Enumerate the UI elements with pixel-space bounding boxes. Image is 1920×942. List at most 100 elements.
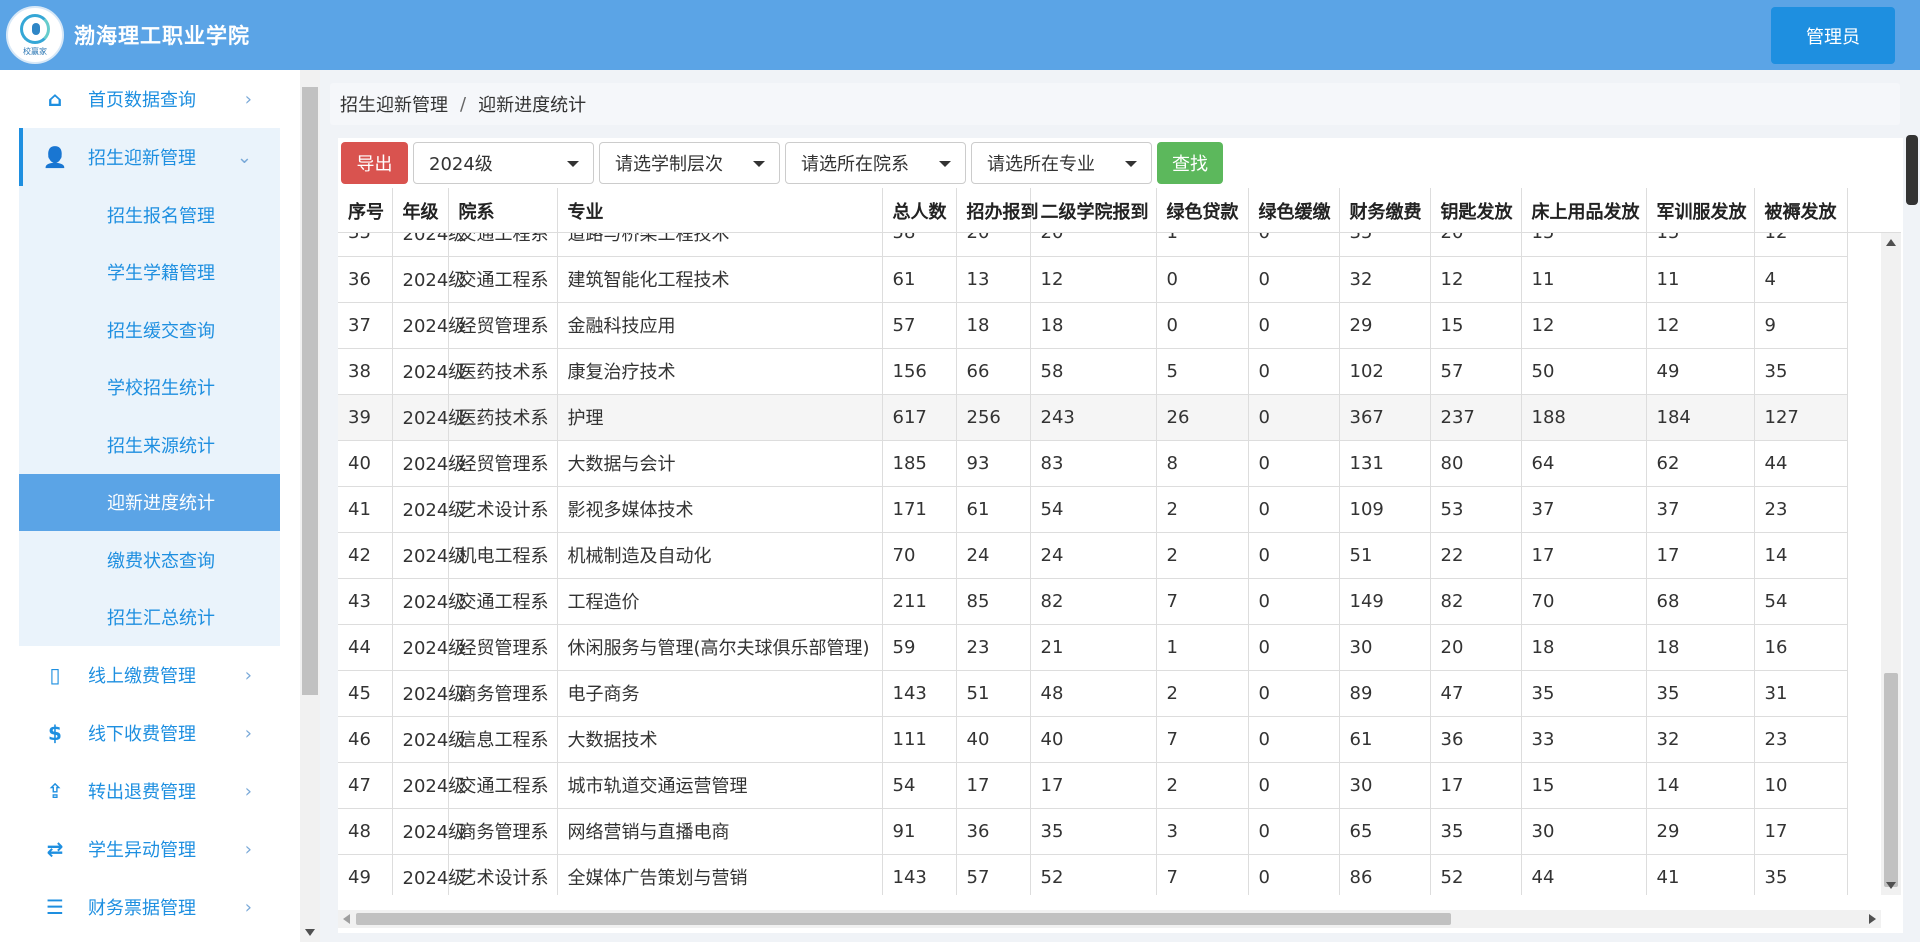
table-cell: 33 <box>1521 716 1647 763</box>
table-cell: 30 <box>1339 624 1431 671</box>
sidebar-scrollbar-thumb[interactable] <box>302 87 318 695</box>
sidebar-subitem[interactable]: 招生来源统计 <box>19 416 280 474</box>
sidebar-subitem[interactable]: 迎新进度统计 <box>19 473 280 531</box>
column-header[interactable]: 床上用品发放 <box>1521 188 1647 232</box>
table-row[interactable]: 37 2024级 经贸管理系 金融科技应用 57 18 18 0 0 29 15 12 12 9 <box>338 302 1848 349</box>
scroll-right-icon[interactable] <box>1869 914 1876 924</box>
table-cell: 经贸管理系 <box>448 302 558 349</box>
sidebar-subitem[interactable]: 招生报名管理 <box>19 186 280 244</box>
table-cell: 59 <box>882 624 957 671</box>
table-cell: 7 <box>1156 854 1249 895</box>
column-header[interactable]: 财务缴费 <box>1339 188 1431 232</box>
table-cell: 57 <box>956 854 1031 895</box>
horizontal-scrollbar-thumb[interactable] <box>356 913 1451 925</box>
column-header[interactable]: 院系 <box>448 188 558 232</box>
table-cell: 131 <box>1339 440 1431 487</box>
chevron-right-icon: › <box>244 896 252 918</box>
table-cell: 艺术设计系 <box>448 854 558 895</box>
table-row[interactable]: 49 2024级 艺术设计系 全媒体广告策划与营销 143 57 52 7 0 86 52 44 41 3… <box>338 854 1848 895</box>
sidebar-item-5[interactable]: ⇄ 学生异动管理 › <box>19 820 280 878</box>
admin-button[interactable]: 管理员 <box>1771 7 1895 64</box>
scroll-down-icon[interactable] <box>1886 882 1896 889</box>
table-cell: 54 <box>882 762 957 809</box>
table-cell: 14 <box>1754 532 1848 579</box>
table-cell: 57 <box>1430 348 1522 395</box>
table-row[interactable]: 38 2024级 医药技术系 康复治疗技术 156 66 58 5 0 102 57 50 49 35 <box>338 348 1848 395</box>
table-cell: 37 <box>1646 486 1755 533</box>
sidebar-subitem[interactable]: 招生汇总统计 <box>19 589 280 647</box>
vertical-scrollbar-thumb[interactable] <box>1884 673 1898 887</box>
table-horizontal-scrollbar[interactable] <box>338 910 1881 928</box>
table-cell: 影视多媒体技术 <box>557 486 883 533</box>
sidebar-scrollbar[interactable] <box>300 70 320 942</box>
table-cell: 44 <box>1521 854 1647 895</box>
table-row[interactable]: 36 2024级 交通工程系 建筑智能化工程技术 61 13 12 0 0 32 12 11 11 4 <box>338 256 1848 303</box>
table-row[interactable]: 41 2024级 艺术设计系 影视多媒体技术 171 61 54 2 0 109 53 37 37 23 <box>338 486 1848 533</box>
table-row[interactable]: 45 2024级 商务管理系 电子商务 143 51 48 2 0 89 47 35 35 31 <box>338 670 1848 717</box>
table-cell: 7 <box>1156 716 1249 763</box>
table-cell: 15 <box>1521 762 1647 809</box>
sidebar-subitem[interactable]: 招生缓交查询 <box>19 301 280 359</box>
column-header[interactable]: 年级 <box>392 188 449 232</box>
breadcrumb-separator: / <box>460 93 467 115</box>
breadcrumb-parent[interactable]: 招生迎新管理 <box>340 91 448 117</box>
major-select[interactable]: 请选所在专业 <box>971 142 1152 184</box>
column-header[interactable]: 专业 <box>557 188 883 232</box>
scroll-up-icon[interactable] <box>1886 239 1896 246</box>
sidebar-subitem[interactable]: 学校招生统计 <box>19 359 280 417</box>
column-header[interactable]: 二级学院报到 <box>1030 188 1157 232</box>
table-cell: 2024级 <box>392 624 466 671</box>
table-row[interactable]: 44 2024级 经贸管理系 休闲服务与管理(高尔夫球俱乐部管理) 59 23 21 1 0 30… <box>338 624 1848 671</box>
table-cell: 35 <box>1430 808 1522 855</box>
table-cell: 40 <box>1030 716 1157 763</box>
table-row[interactable]: 47 2024级 交通工程系 城市轨道交通运营管理 54 17 17 2 0 30 17 15 14 10 <box>338 762 1848 809</box>
sidebar-item-4[interactable]: ⇪ 转出退费管理 › <box>19 762 280 820</box>
table-cell: 1 <box>1156 624 1249 671</box>
table-row[interactable]: 40 2024级 经贸管理系 大数据与会计 185 93 83 8 0 131 80 64 62 44 <box>338 440 1848 487</box>
table-row[interactable]: 46 2024级 信息工程系 大数据技术 111 40 40 7 0 61 36 33 32 23 <box>338 716 1848 763</box>
level-select[interactable]: 请选学制层次 <box>599 142 780 184</box>
table-row[interactable]: 39 2024级 医药技术系 护理 617 256 243 26 0 367 237 188 184 12… <box>338 394 1848 441</box>
column-header[interactable]: 序号 <box>338 188 393 232</box>
table-row[interactable]: 43 2024级 交通工程系 工程造价 211 85 82 7 0 149 82 70 68 54 <box>338 578 1848 625</box>
sidebar-item-3[interactable]: $ 线下收费管理 › <box>19 704 280 762</box>
table-cell: 41 <box>1646 854 1755 895</box>
grade-select[interactable]: 2024级 <box>413 142 594 184</box>
table-cell: 52 <box>1430 854 1522 895</box>
table-row[interactable]: 48 2024级 商务管理系 网络营销与直播电商 91 36 35 3 0 65 35 30 29 17 <box>338 808 1848 855</box>
sidebar-scroll-down-icon[interactable] <box>305 929 315 936</box>
column-header[interactable]: 招办报到 <box>956 188 1039 232</box>
scroll-left-icon[interactable] <box>343 914 350 924</box>
sidebar-subitem[interactable]: 学生学籍管理 <box>19 244 280 302</box>
column-header[interactable]: 总人数 <box>882 188 957 232</box>
table-cell: 18 <box>1646 624 1755 671</box>
column-header[interactable]: 被褥发放 <box>1754 188 1848 232</box>
table-cell: 17 <box>1646 532 1755 579</box>
export-button[interactable]: 导出 <box>341 142 408 184</box>
table-cell: 3 <box>1156 808 1249 855</box>
sidebar-item-label: 财务票据管理 <box>88 898 196 919</box>
sidebar-subitem[interactable]: 缴费状态查询 <box>19 531 280 589</box>
table-cell: 0 <box>1248 394 1340 441</box>
column-header[interactable]: 绿色贷款 <box>1156 188 1249 232</box>
table-cell: 57 <box>882 302 957 349</box>
search-button[interactable]: 查找 <box>1157 142 1223 184</box>
column-header[interactable]: 军训服发放 <box>1646 188 1755 232</box>
table-cell: 35 <box>338 233 393 257</box>
sidebar-item-0[interactable]: ⌂ 首页数据查询 › <box>19 70 280 128</box>
sidebar-item-label: 招生迎新管理 <box>88 148 196 169</box>
table-cell: 70 <box>1521 578 1647 625</box>
table-cell: 2024级 <box>392 486 466 533</box>
table-cell: 37 <box>1521 486 1647 533</box>
table-row[interactable]: 352024级交通工程系道路与桥梁工程技术582020103520151512 <box>338 233 1848 257</box>
department-select[interactable]: 请选所在院系 <box>785 142 966 184</box>
table-row[interactable]: 42 2024级 机电工程系 机械制造及自动化 70 24 24 2 0 51 22 17 17 14 <box>338 532 1848 579</box>
table-cell: 22 <box>1430 532 1522 579</box>
column-header[interactable]: 钥匙发放 <box>1430 188 1522 232</box>
column-header[interactable]: 绿色缓缴 <box>1248 188 1340 232</box>
sidebar-item-2[interactable]: ▯ 线上缴费管理 › <box>19 646 280 704</box>
table-body[interactable]: 352024级交通工程系道路与桥梁工程技术5820201035201515123… <box>338 233 1881 895</box>
sidebar-item-1[interactable]: 👤 招生迎新管理 ⌄ <box>19 128 280 186</box>
sidebar-item-6[interactable]: ☰ 财务票据管理 › <box>19 878 280 936</box>
table-vertical-scrollbar[interactable] <box>1881 233 1901 895</box>
